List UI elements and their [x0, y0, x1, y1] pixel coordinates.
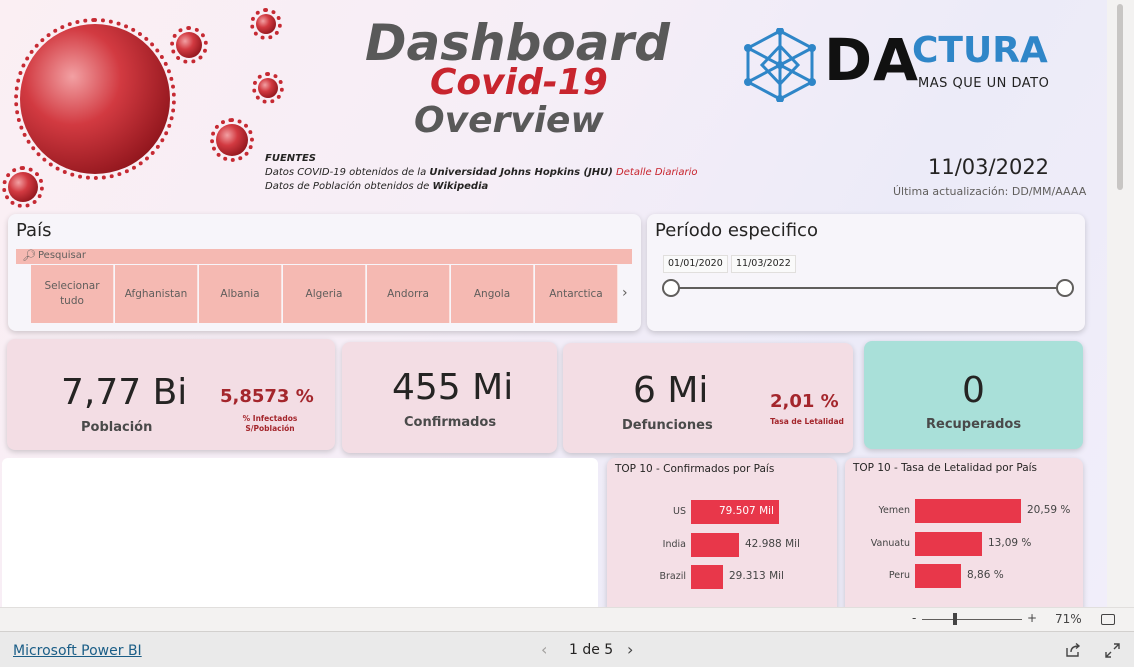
kpi-confirmed-value: 455 Mi — [392, 367, 514, 408]
period-start-date[interactable]: 01/01/2020 — [663, 255, 728, 273]
report-date: 11/03/2022 — [928, 155, 1050, 179]
next-page-button[interactable]: › — [627, 640, 633, 659]
lethality-bar[interactable] — [915, 499, 1021, 523]
kpi-lethality-pct-label: Tasa de Letalidad — [770, 417, 844, 426]
period-slider-track[interactable] — [671, 287, 1065, 289]
fit-to-page-icon[interactable] — [1101, 614, 1115, 625]
lethality-category-label: Vanuatu — [870, 538, 910, 549]
country-tile[interactable]: Afghanistan — [115, 265, 198, 323]
confirmed-value-label: 42.988 Mil — [745, 538, 800, 550]
confirmed-bar[interactable] — [691, 565, 723, 589]
virus-illustration-small — [2, 166, 44, 208]
dashboard-subtitle-2: Overview — [414, 100, 604, 141]
source1-link[interactable]: Detalle Diariario — [616, 167, 697, 178]
search-icon: 🔎︎ — [22, 249, 36, 262]
zoom-level: 71% — [1055, 612, 1082, 626]
kpi-recovered-label: Recuperados — [926, 417, 1022, 432]
kpi-confirmed-label: Confirmados — [404, 415, 497, 430]
page-indicator: 1 de 5 — [569, 642, 614, 658]
kpi-infected-pct: 5,8573 % — [220, 386, 314, 407]
scrollbar-thumb[interactable] — [1117, 4, 1123, 190]
country-tile[interactable]: Algeria — [283, 265, 366, 323]
map-visual-placeholder — [2, 458, 598, 607]
virus-illustration-small — [250, 8, 282, 40]
kpi-recovered-value: 0 — [962, 370, 985, 411]
virus-illustration — [14, 18, 176, 180]
country-tile-label: Antarctica — [549, 287, 603, 300]
confirmed-value-label: 29.313 Mil — [729, 570, 784, 582]
logo-ctura: CTURA — [912, 30, 1048, 71]
vertical-scrollbar[interactable] — [1107, 0, 1134, 607]
search-placeholder: Pesquisar — [38, 250, 86, 261]
top10-lethality-title: TOP 10 - Tasa de Letalidad por País — [853, 462, 1038, 474]
country-slicer-title: País — [16, 220, 52, 241]
country-tile-label: Albania — [220, 287, 260, 300]
virus-illustration-small — [170, 26, 208, 64]
lethality-bar[interactable] — [915, 564, 961, 588]
country-tile[interactable]: Angola — [451, 265, 534, 323]
top10-confirmed-title: TOP 10 - Confirmados por País — [615, 463, 775, 475]
dashboard-subtitle: Covid-19 — [430, 62, 608, 103]
zoom-slider-thumb[interactable] — [953, 613, 957, 625]
chevron-right-icon[interactable]: › — [622, 285, 628, 301]
lethality-category-label: Peru — [888, 570, 910, 581]
sources-text: FUENTES Datos COVID-19 obtenidos de la U… — [265, 152, 697, 194]
report-canvas: Dashboard Covid-19 Overview FUENTES Dato… — [0, 0, 1107, 607]
confirmed-bar[interactable] — [691, 533, 739, 557]
country-tile-select-all[interactable]: Selecionar tudo — [31, 265, 114, 323]
fullscreen-icon[interactable] — [1105, 643, 1120, 658]
lethality-bar[interactable] — [915, 532, 982, 556]
country-tile[interactable]: Antarctica — [535, 265, 618, 323]
country-tile[interactable]: Andorra — [367, 265, 450, 323]
footer-bar: Microsoft Power BI ‹ 1 de 5 › — [0, 631, 1134, 667]
lethality-value-label: 20,59 % — [1027, 504, 1071, 516]
country-search-input[interactable]: 🔎︎ Pesquisar — [16, 249, 632, 264]
period-slicer-title: Período especifico — [655, 220, 818, 241]
country-tile-label: Andorra — [387, 287, 429, 300]
source1-bold: Universidad Johns Hopkins (JHU) — [429, 167, 613, 178]
country-tile[interactable]: Albania — [199, 265, 282, 323]
country-tile-label: Afghanistan — [124, 287, 188, 300]
confirmed-category-label: US — [673, 506, 686, 517]
kpi-deaths-value: 6 Mi — [633, 370, 709, 411]
source2-prefix: Datos de Población obtenidos de — [265, 181, 433, 192]
last-update-note: Última actualización: DD/MM/AAAA — [893, 185, 1087, 198]
country-tile-label: Algeria — [305, 287, 343, 300]
share-icon[interactable] — [1066, 643, 1081, 657]
virus-illustration-small — [252, 72, 284, 104]
zoom-out-button[interactable]: - — [912, 611, 916, 625]
zoom-in-button[interactable]: + — [1027, 611, 1037, 625]
period-slider-end-handle[interactable] — [1056, 279, 1074, 297]
source1-prefix: Datos COVID-19 obtenidos de la — [265, 167, 430, 178]
sources-heading: FUENTES — [265, 153, 317, 164]
country-tile-label: Angola — [473, 287, 511, 300]
period-slider-start-handle[interactable] — [662, 279, 680, 297]
kpi-lethality-pct: 2,01 % — [770, 391, 839, 412]
logo-tagline: MAS QUE UN DATO — [918, 76, 1050, 91]
kpi-infected-pct-label: % Infectados S/Población — [242, 414, 298, 433]
zoom-bar: - + 71% — [0, 607, 1134, 631]
previous-page-button[interactable]: ‹ — [541, 640, 547, 659]
kpi-deaths-label: Defunciones — [622, 418, 713, 433]
zoom-slider-track[interactable] — [922, 619, 1022, 620]
source2-bold: Wikipedia — [432, 181, 489, 192]
confirmed-value-label: 79.507 Mil — [719, 505, 774, 517]
virus-illustration-small — [210, 118, 254, 162]
lethality-value-label: 13,09 % — [988, 537, 1032, 549]
network-logo-icon — [744, 28, 816, 102]
country-tile-label: Selecionar tudo — [44, 280, 100, 307]
lethality-category-label: Yemen — [878, 505, 910, 516]
kpi-population-label: Población — [81, 420, 153, 435]
kpi-population-value: 7,77 Bi — [61, 372, 188, 413]
powerbi-link[interactable]: Microsoft Power BI — [13, 643, 142, 659]
confirmed-category-label: Brazil — [659, 571, 686, 582]
logo-da: DA — [824, 26, 920, 94]
period-end-date[interactable]: 11/03/2022 — [731, 255, 796, 273]
lethality-value-label: 8,86 % — [967, 569, 1004, 581]
confirmed-category-label: India — [662, 539, 686, 550]
